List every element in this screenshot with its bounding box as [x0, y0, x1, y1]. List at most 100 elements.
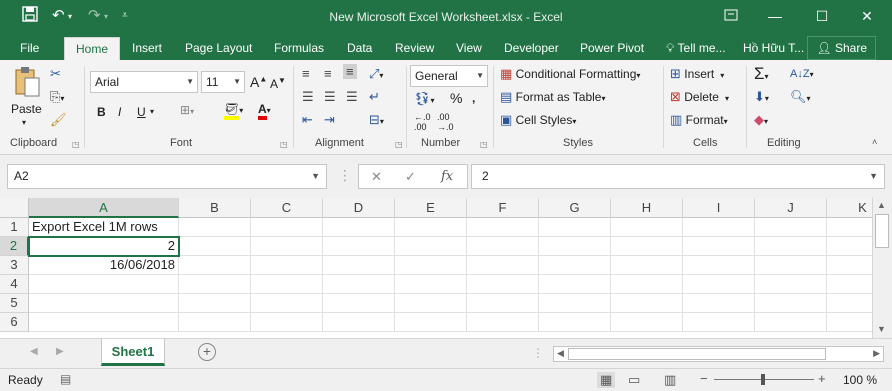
cell-d2[interactable] — [323, 237, 395, 256]
format-cells-button[interactable]: ▥ Format▾ — [670, 112, 728, 128]
tab-review[interactable]: Review — [389, 39, 440, 61]
orientation-icon[interactable]: ⤢▾ — [369, 66, 383, 82]
conditional-formatting-button[interactable]: ▦ Conditional Formatting▾ — [500, 66, 640, 82]
fill-icon[interactable]: ⬇▾ — [754, 89, 769, 105]
cell-d5[interactable] — [323, 294, 395, 313]
cell-j1[interactable] — [755, 218, 827, 237]
tab-view[interactable]: View — [450, 39, 488, 61]
top-align-icon[interactable]: ≡ — [302, 66, 310, 81]
format-as-table-button[interactable]: ▤ Format as Table▾ — [500, 89, 605, 105]
find-select-icon[interactable]: 🔍︎▾ — [790, 89, 811, 105]
cell-c3[interactable] — [251, 256, 323, 275]
tab-data[interactable]: Data — [341, 39, 378, 61]
cell-g1[interactable] — [539, 218, 611, 237]
maximize-icon[interactable]: ☐ — [808, 4, 836, 28]
cell-b6[interactable] — [179, 313, 251, 332]
zoom-level[interactable]: 100 % — [843, 373, 877, 387]
tab-home[interactable]: Home — [64, 37, 120, 61]
tell-me-box[interactable]: 💡︎ Tell me... — [660, 39, 732, 61]
scroll-down-icon[interactable]: ▼ — [877, 324, 886, 334]
borders-icon[interactable]: ⊞▾ — [180, 103, 194, 117]
bottom-align-icon[interactable]: ≡ — [343, 64, 357, 79]
column-header-c[interactable]: C — [251, 198, 323, 218]
cell-h5[interactable] — [611, 294, 683, 313]
name-box-dropdown-icon[interactable]: ▼ — [311, 165, 320, 188]
cell-e6[interactable] — [395, 313, 467, 332]
new-sheet-icon[interactable]: + — [198, 343, 216, 361]
align-left-icon[interactable]: ☰ — [302, 89, 314, 105]
sort-filter-icon[interactable]: A↓Z▾ — [790, 66, 814, 80]
cell-b3[interactable] — [179, 256, 251, 275]
cell-f3[interactable] — [467, 256, 539, 275]
column-header-h[interactable]: H — [611, 198, 683, 218]
alignment-launcher-icon[interactable]: ◳ — [395, 140, 403, 149]
cell-d1[interactable] — [323, 218, 395, 237]
underline-icon[interactable]: U — [137, 105, 146, 119]
increase-decimal-icon[interactable]: ←.0.00 — [414, 112, 431, 132]
paste-label[interactable]: Paste — [11, 102, 42, 116]
cell-d4[interactable] — [323, 275, 395, 294]
scroll-right-icon[interactable]: ▶ — [873, 348, 880, 359]
horizontal-scrollbar[interactable]: ◀ ▶ — [553, 346, 884, 362]
cell-b2[interactable] — [179, 237, 251, 256]
worksheet-grid[interactable]: ABCDEFGHIJK 123456 Export Excel 1M rows 2… — [0, 198, 892, 338]
decrease-indent-icon[interactable]: ⇤ — [302, 112, 313, 128]
column-header-i[interactable]: I — [683, 198, 755, 218]
row-header-6[interactable]: 6 — [0, 313, 29, 332]
clipboard-launcher-icon[interactable]: ◳ — [72, 140, 80, 149]
number-format-box[interactable]: General ▼ — [410, 65, 488, 87]
cell-f4[interactable] — [467, 275, 539, 294]
confirm-entry-icon[interactable]: ✓ — [405, 169, 416, 185]
column-header-f[interactable]: F — [467, 198, 539, 218]
collapse-ribbon-icon[interactable]: ˄ — [872, 137, 877, 147]
cell-j2[interactable] — [755, 237, 827, 256]
cell-f2[interactable] — [467, 237, 539, 256]
minimize-icon[interactable]: — — [761, 4, 789, 28]
row-header-2[interactable]: 2 — [0, 237, 29, 256]
normal-view-icon[interactable]: ▦ — [597, 372, 616, 388]
formula-input[interactable]: 2 ▼ — [471, 164, 885, 189]
cell-j5[interactable] — [755, 294, 827, 313]
number-format-dropdown-icon[interactable]: ▼ — [476, 66, 484, 86]
cell-h4[interactable] — [611, 275, 683, 294]
insert-function-icon[interactable]: fx — [441, 169, 453, 184]
cell-g4[interactable] — [539, 275, 611, 294]
number-launcher-icon[interactable]: ◳ — [480, 140, 488, 149]
decrease-font-icon[interactable]: A▼ — [270, 76, 286, 91]
cell-e1[interactable] — [395, 218, 467, 237]
cell-c2[interactable] — [251, 237, 323, 256]
ribbon-display-options-icon[interactable] — [717, 4, 745, 28]
paste-button[interactable] — [12, 66, 42, 103]
tab-page-layout[interactable]: Page Layout — [179, 39, 258, 61]
zoom-out-icon[interactable]: − — [700, 371, 708, 386]
cell-h1[interactable] — [611, 218, 683, 237]
column-header-g[interactable]: G — [539, 198, 611, 218]
cell-e2[interactable] — [395, 237, 467, 256]
cell-g6[interactable] — [539, 313, 611, 332]
vertical-scroll-thumb[interactable] — [875, 214, 889, 248]
cell-d3[interactable] — [323, 256, 395, 275]
insert-cells-button[interactable]: ⊞ Insert ▾ — [670, 66, 724, 82]
cell-i1[interactable] — [683, 218, 755, 237]
cell-i4[interactable] — [683, 275, 755, 294]
font-color-icon[interactable]: A▾ — [258, 102, 271, 120]
cell-c1[interactable] — [251, 218, 323, 237]
cell-f6[interactable] — [467, 313, 539, 332]
increase-indent-icon[interactable]: ⇥ — [324, 112, 335, 128]
cell-c5[interactable] — [251, 294, 323, 313]
share-button[interactable]: 👤︎ Share — [807, 36, 876, 60]
tabs-split-grip-icon[interactable]: ⋮ — [532, 346, 544, 360]
row-header-3[interactable]: 3 — [0, 256, 29, 275]
cell-g5[interactable] — [539, 294, 611, 313]
sheet-tab-sheet1[interactable]: Sheet1 — [101, 339, 165, 366]
paste-dropdown-icon[interactable]: ▾ — [22, 118, 26, 127]
select-all-corner[interactable] — [0, 198, 29, 218]
scroll-up-icon[interactable]: ▲ — [877, 200, 886, 210]
expand-formula-bar-icon[interactable]: ▼ — [869, 165, 878, 188]
cell-f1[interactable] — [467, 218, 539, 237]
fill-color-icon[interactable]: 🪣︎▾ — [224, 102, 243, 120]
percent-style-icon[interactable]: % — [450, 90, 462, 106]
cancel-entry-icon[interactable]: ✕ — [371, 169, 382, 185]
font-launcher-icon[interactable]: ◳ — [280, 140, 288, 149]
user-name[interactable]: Hồ Hữu T... — [737, 39, 810, 61]
